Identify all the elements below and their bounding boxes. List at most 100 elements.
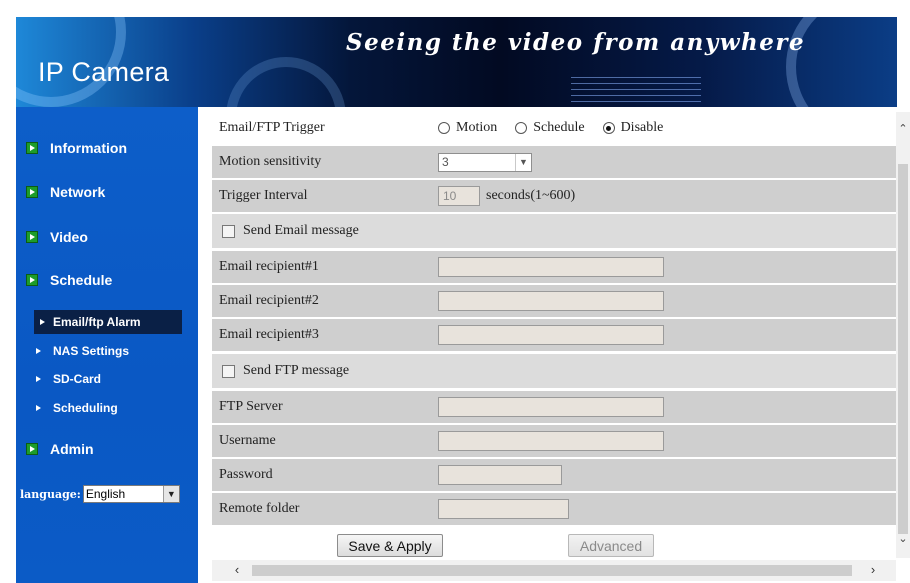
radio-label: Schedule: [533, 120, 585, 135]
triangle-icon: [36, 348, 41, 354]
radio-label: Motion: [456, 120, 498, 135]
sidebar-item-label: Video: [50, 229, 88, 245]
chevron-down-icon: ▼: [162, 486, 179, 502]
sidebar: Information Network Video Schedule Email…: [16, 107, 198, 583]
sidebar-item-information[interactable]: Information: [26, 140, 127, 156]
sidebar-subitem-nas-settings[interactable]: NAS Settings: [36, 344, 129, 358]
password-input[interactable]: [438, 465, 562, 485]
email-recipient-3-label: Email recipient#3: [219, 327, 319, 342]
ftp-server-input[interactable]: [438, 397, 664, 417]
email-recipient-3-ctrl: [438, 325, 664, 345]
trigger-row: Email/FTP Trigger Motion Schedule Disabl…: [212, 112, 896, 144]
trigger-radio-group: Motion Schedule Disable: [438, 120, 681, 136]
sidebar-item-admin[interactable]: Admin: [26, 441, 94, 457]
scroll-right-icon[interactable]: ›: [866, 562, 880, 578]
sidebar-item-label: Schedule: [50, 272, 113, 288]
password-label: Password: [219, 467, 273, 482]
motion-sensitivity-select[interactable]: 3 ▼: [438, 152, 532, 172]
advanced-button[interactable]: Advanced: [568, 534, 654, 557]
remote-folder-input[interactable]: [438, 499, 569, 519]
trigger-label: Email/FTP Trigger: [219, 120, 325, 135]
sidebar-subitem-sd-card[interactable]: SD-Card: [36, 372, 101, 386]
email-recipient-1-ctrl: [438, 257, 664, 277]
radio-icon: [515, 122, 528, 134]
sidebar-subitem-label: Email/ftp Alarm: [53, 315, 141, 329]
password-row: Password: [212, 459, 896, 491]
radio-motion[interactable]: Motion: [438, 120, 497, 136]
banner-slogan: Seeing the video from anywhere: [346, 29, 806, 56]
sidebar-subitem-label: NAS Settings: [53, 344, 130, 358]
alarm-settings-form: Email/FTP Trigger Motion Schedule Disabl…: [212, 112, 896, 583]
language-value: English: [85, 487, 126, 501]
language-select[interactable]: English ▼: [82, 485, 180, 503]
email-recipient-3-row: Email recipient#3: [212, 319, 896, 351]
horizontal-scrollbar[interactable]: ‹ ›: [212, 560, 896, 581]
sidebar-item-label: Admin: [50, 441, 94, 457]
send-email-row: Send Email message: [212, 214, 896, 248]
input-value: 10: [443, 189, 457, 203]
scrollbar-thumb[interactable]: [252, 565, 852, 576]
email-recipient-1-row: Email recipient#1: [212, 251, 896, 283]
radio-label: Disable: [620, 120, 664, 135]
motion-sensitivity-ctrl: 3 ▼: [438, 152, 532, 172]
save-apply-button[interactable]: Save & Apply: [337, 534, 443, 557]
send-ftp-checkbox[interactable]: Send FTP message: [222, 363, 349, 379]
checkbox-label: Send FTP message: [243, 363, 350, 378]
username-row: Username: [212, 425, 896, 457]
radio-disable[interactable]: Disable: [602, 120, 664, 136]
trigger-interval-ctrl: 10 seconds(1~600): [438, 186, 575, 206]
language-label: language:: [20, 487, 81, 501]
email-recipient-3-input[interactable]: [438, 325, 664, 345]
radio-icon: [438, 122, 450, 134]
username-input[interactable]: [438, 431, 664, 451]
scrollbar-thumb[interactable]: [898, 164, 908, 534]
email-recipient-1-input[interactable]: [438, 257, 664, 277]
email-recipient-2-input[interactable]: [438, 291, 664, 311]
scroll-left-icon[interactable]: ‹: [230, 562, 244, 578]
sidebar-item-video[interactable]: Video: [26, 229, 88, 245]
select-value: 3: [442, 155, 449, 169]
triangle-icon: [36, 376, 41, 382]
sidebar-item-schedule[interactable]: Schedule: [26, 272, 112, 288]
ftp-server-ctrl: [438, 397, 664, 417]
vertical-scrollbar[interactable]: ⌃ ⌄: [896, 112, 910, 558]
green-arrow-icon: [26, 142, 38, 154]
username-ctrl: [438, 431, 664, 451]
sidebar-subitem-label: SD-Card: [53, 372, 102, 386]
trigger-interval-label: Trigger Interval: [219, 188, 308, 203]
ftp-server-row: FTP Server: [212, 391, 896, 423]
motion-sensitivity-row: Motion sensitivity 3 ▼: [212, 146, 896, 178]
ftp-server-label: FTP Server: [219, 399, 283, 414]
scroll-up-icon[interactable]: ⌃: [897, 122, 909, 136]
green-arrow-icon: [26, 186, 38, 198]
sidebar-item-label: Information: [50, 140, 127, 156]
trigger-interval-suffix: seconds(1~600): [486, 188, 576, 203]
email-recipient-2-row: Email recipient#2: [212, 285, 896, 317]
remote-folder-label: Remote folder: [219, 501, 300, 516]
checkbox-label: Send Email message: [243, 223, 359, 238]
trigger-interval-input[interactable]: 10: [438, 186, 480, 206]
email-recipient-1-label: Email recipient#1: [219, 259, 319, 274]
green-arrow-icon: [26, 443, 38, 455]
language-selector-row: language: English ▼: [20, 485, 180, 503]
banner-decoration: [226, 57, 346, 107]
trigger-interval-row: Trigger Interval 10 seconds(1~600): [212, 180, 896, 212]
green-arrow-icon: [26, 231, 38, 243]
checkbox-icon: [222, 224, 235, 238]
email-recipient-2-ctrl: [438, 291, 664, 311]
header-banner: IP Camera Seeing the video from anywhere: [16, 17, 897, 107]
username-label: Username: [219, 433, 276, 448]
green-arrow-icon: [26, 274, 38, 286]
send-email-checkbox[interactable]: Send Email message: [222, 223, 359, 239]
app-title: IP Camera: [38, 57, 170, 87]
radio-schedule[interactable]: Schedule: [515, 120, 585, 136]
motion-sensitivity-label: Motion sensitivity: [219, 154, 322, 169]
banner-fineprint: [571, 77, 701, 107]
password-ctrl: [438, 465, 562, 485]
sidebar-item-label: Network: [50, 184, 106, 200]
sidebar-item-network[interactable]: Network: [26, 184, 105, 200]
sidebar-subitem-email-ftp-alarm[interactable]: Email/ftp Alarm: [34, 310, 182, 334]
sidebar-subitem-label: Scheduling: [53, 401, 118, 415]
scroll-down-icon[interactable]: ⌄: [897, 532, 909, 546]
sidebar-subitem-scheduling[interactable]: Scheduling: [36, 401, 118, 415]
